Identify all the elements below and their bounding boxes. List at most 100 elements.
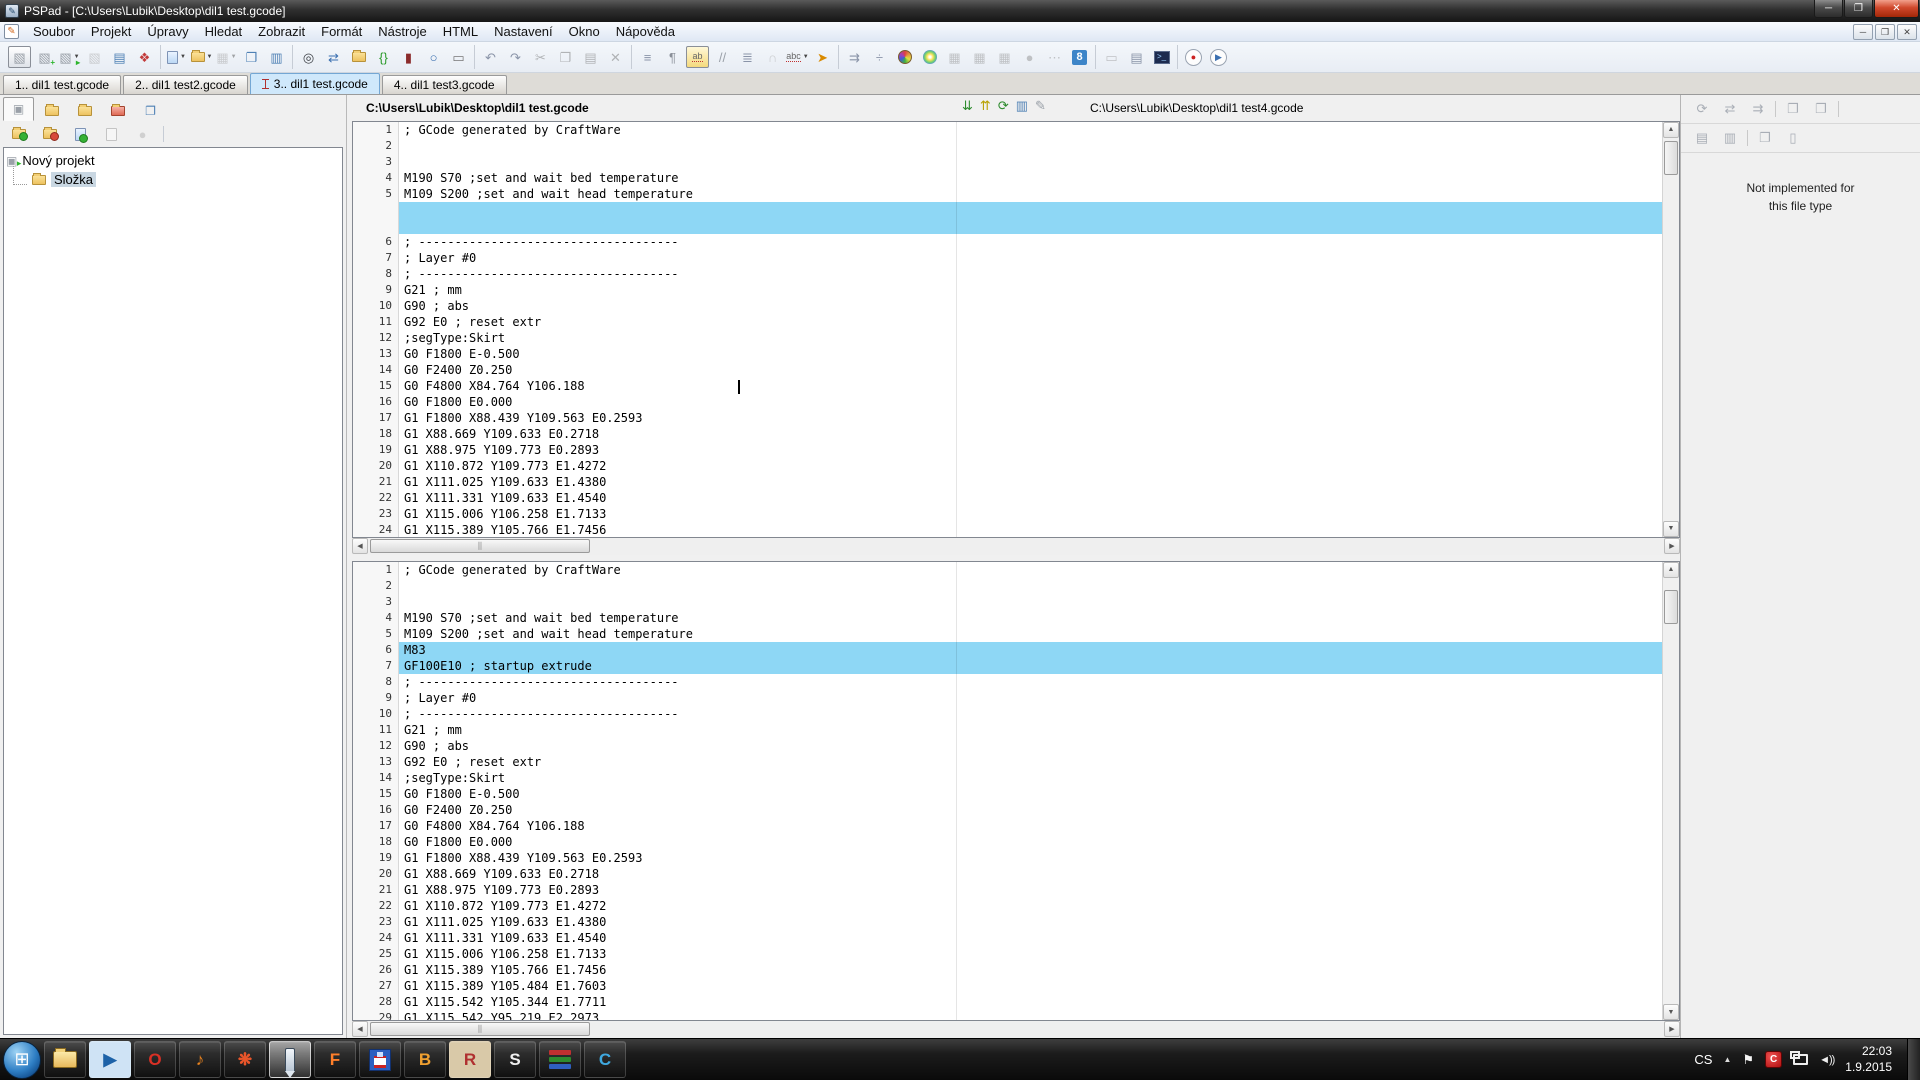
scroll-left-arrow[interactable]: ◀	[352, 538, 368, 554]
explorer-panel-button[interactable]: ▥	[265, 46, 288, 68]
find-in-files-button[interactable]	[347, 46, 370, 68]
r-block-app[interactable]: R	[449, 1041, 491, 1078]
next-difference-icon[interactable]: ⇊	[962, 99, 973, 112]
redo-button[interactable]: ↷	[504, 46, 527, 68]
top-pane-vscrollbar[interactable]: ▲ ▼	[1662, 122, 1679, 537]
favorites-tab[interactable]	[69, 100, 100, 121]
menu-nstroje[interactable]: Nástroje	[370, 23, 434, 40]
google-button[interactable]: 8	[1068, 46, 1091, 68]
close-button[interactable]: ✕	[1874, 0, 1919, 18]
scroll-right-arrow[interactable]: ▶	[1664, 538, 1680, 554]
run-button[interactable]: ▶	[1207, 46, 1230, 68]
top-diff-pane[interactable]: 1; GCode generated by CraftWare234M190 S…	[352, 121, 1680, 538]
project-tree[interactable]: ▣Nový projektSložka	[3, 147, 343, 1035]
menu-pravy[interactable]: Úpravy	[139, 23, 196, 40]
audio-app[interactable]: ♪	[179, 1041, 221, 1078]
hot-files-tab[interactable]	[102, 100, 133, 121]
scroll-up-arrow[interactable]: ▲	[1663, 122, 1679, 138]
firefox-app[interactable]: F	[314, 1041, 356, 1078]
floppy-app[interactable]	[359, 1041, 401, 1078]
tree-item-sloka[interactable]: Složka	[6, 170, 340, 189]
menu-soubor[interactable]: Soubor	[25, 23, 83, 40]
dropdown-arrow-icon[interactable]: ▼	[207, 54, 213, 60]
tab-3[interactable]: 3.. dil1 test.gcode	[250, 73, 380, 94]
menu-nastaven[interactable]: Nastavení	[486, 23, 561, 40]
sort-lines-button[interactable]: ≣	[736, 46, 759, 68]
volume-icon[interactable]: ◄))	[1819, 1054, 1834, 1066]
blender-app[interactable]: B	[404, 1041, 446, 1078]
print-button[interactable]: ▭	[447, 46, 470, 68]
line-operations-button[interactable]: ≡	[636, 46, 659, 68]
s-app[interactable]: S	[494, 1041, 536, 1078]
action-center-flag-icon[interactable]: ⚑	[1742, 1052, 1754, 1068]
winrar-app[interactable]	[539, 1041, 581, 1078]
menu-npovda[interactable]: Nápověda	[608, 23, 683, 40]
undo-button[interactable]: ↶	[479, 46, 502, 68]
files-tab[interactable]	[36, 100, 67, 121]
windows-list-tab[interactable]: ❐	[135, 100, 166, 121]
pspad-app[interactable]	[269, 1041, 311, 1078]
save-all-button[interactable]: ❐	[240, 46, 263, 68]
new-file-button[interactable]: ▼	[165, 46, 188, 68]
scroll-thumb[interactable]	[370, 1022, 590, 1036]
code-window-button[interactable]: ▤	[1125, 46, 1148, 68]
dropdown-arrow-icon[interactable]: ▼	[803, 54, 809, 60]
open-project-button[interactable]: ▧+	[33, 46, 56, 68]
bottom-pane-vscrollbar[interactable]: ▲ ▼	[1662, 562, 1679, 1021]
terminal-button[interactable]: >_	[1150, 46, 1173, 68]
child-restore-button[interactable]: ❐	[1875, 24, 1895, 40]
menu-html[interactable]: HTML	[435, 23, 486, 40]
split-lines-button[interactable]: ÷	[868, 46, 891, 68]
network-icon[interactable]	[1793, 1054, 1808, 1065]
menu-formt[interactable]: Formát	[313, 23, 370, 40]
new-project-button[interactable]: ▧	[8, 46, 31, 68]
recompare-icon[interactable]: ⟳	[998, 99, 1009, 112]
tab-1[interactable]: 1.. dil1 test.gcode	[3, 75, 121, 94]
side-by-side-icon[interactable]: ▥	[1016, 99, 1028, 112]
show-formatting-button[interactable]: ¶	[661, 46, 684, 68]
hidden-icons-arrow[interactable]: ▲	[1723, 1055, 1731, 1064]
scroll-right-arrow[interactable]: ▶	[1664, 1021, 1680, 1037]
dropdown-arrow-icon[interactable]: ▼	[231, 54, 237, 60]
project-panel-button[interactable]: ▤	[108, 46, 131, 68]
menu-hledat[interactable]: Hledat	[197, 23, 251, 40]
diff-settings-icon[interactable]: ✎	[1035, 99, 1046, 112]
scroll-down-arrow[interactable]: ▼	[1663, 1004, 1679, 1020]
scroll-thumb[interactable]	[1664, 141, 1678, 175]
add-file-button[interactable]	[69, 123, 92, 145]
opera-app[interactable]: O	[134, 1041, 176, 1078]
record-macro-button[interactable]: ●	[1182, 46, 1205, 68]
find-replace-button[interactable]: ⇄	[322, 46, 345, 68]
bottom-diff-pane[interactable]: 1; GCode generated by CraftWare234M190 S…	[352, 561, 1680, 1022]
reopen-project-button[interactable]: ▧▸▼	[58, 46, 81, 68]
tab-2[interactable]: 2.. dil1 test2.gcode	[123, 75, 248, 94]
clock[interactable]: 22:03 1.9.2015	[1845, 1044, 1892, 1075]
preview-button[interactable]: ○	[422, 46, 445, 68]
syntax-highlight-button[interactable]: ab	[686, 46, 709, 68]
pin-button[interactable]: ➤	[811, 46, 834, 68]
media-player-app[interactable]: ▶	[89, 1041, 131, 1078]
project-settings-button[interactable]	[173, 123, 196, 145]
module-cubes-button[interactable]: ❖	[133, 46, 156, 68]
scroll-left-arrow[interactable]: ◀	[352, 1021, 368, 1037]
find-button[interactable]: ◎	[297, 46, 320, 68]
spell-check-button[interactable]: abc▼	[786, 46, 809, 68]
menu-zobrazit[interactable]: Zobrazit	[250, 23, 313, 40]
remove-folder-button[interactable]	[38, 123, 61, 145]
prev-difference-icon[interactable]: ⇈	[980, 99, 991, 112]
tree-item-novprojekt[interactable]: ▣Nový projekt	[6, 151, 340, 170]
palette-button[interactable]	[893, 46, 916, 68]
dropdown-arrow-icon[interactable]: ▼	[180, 54, 186, 60]
scroll-up-arrow[interactable]: ▲	[1663, 562, 1679, 578]
log-book-button[interactable]: ▮	[397, 46, 420, 68]
menu-okno[interactable]: Okno	[561, 23, 608, 40]
color-picker-button[interactable]	[918, 46, 941, 68]
scroll-thumb[interactable]	[1664, 590, 1678, 624]
explorer-app[interactable]	[44, 1041, 86, 1078]
child-close-button[interactable]: ✕	[1897, 24, 1917, 40]
antivirus-shield-icon[interactable]: C	[1765, 1051, 1782, 1068]
start-button[interactable]: ⊞	[3, 1041, 41, 1079]
indent-button[interactable]: ⇉	[843, 46, 866, 68]
top-pane-hscrollbar[interactable]: ◀ ▶	[352, 538, 1680, 555]
child-minimize-button[interactable]: ─	[1853, 24, 1873, 40]
